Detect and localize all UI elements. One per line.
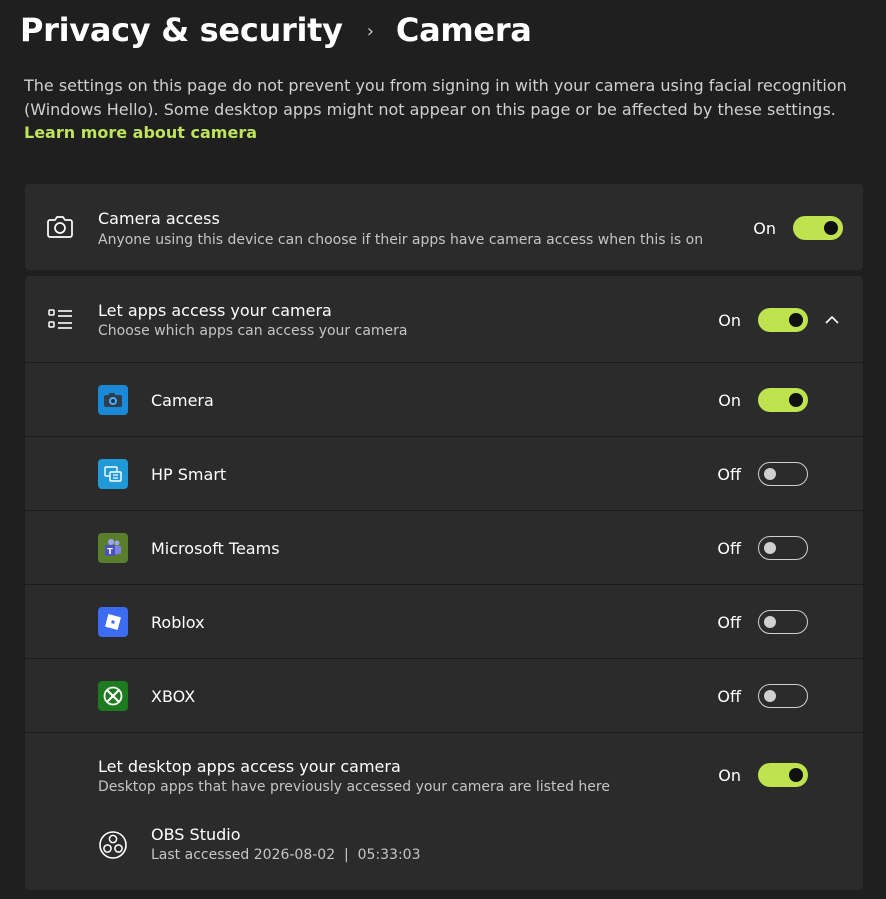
camera-app-toggle[interactable] [758, 388, 808, 412]
obs-icon [99, 831, 127, 859]
app-name: Microsoft Teams [151, 539, 280, 558]
app-state: Off [717, 539, 741, 558]
desktop-apps-title: Let desktop apps access your camera [98, 757, 401, 776]
let-apps-state: On [718, 311, 741, 330]
desktop-apps-section: Let desktop apps access your camera Desk… [25, 732, 863, 890]
app-state: Off [717, 465, 741, 484]
app-row-xbox: XBOX Off [25, 658, 863, 732]
app-row-teams: T Microsoft Teams Off [25, 510, 863, 584]
camera-access-toggle[interactable] [793, 216, 843, 240]
camera-access-title: Camera access [98, 209, 220, 228]
app-name: Camera [151, 391, 214, 410]
app-state: Off [717, 613, 741, 632]
camera-icon [47, 216, 73, 238]
camera-access-subtitle: Anyone using this device can choose if t… [98, 232, 704, 248]
app-name: XBOX [151, 687, 196, 706]
app-name: HP Smart [151, 465, 227, 484]
breadcrumb-parent[interactable]: Privacy & security [20, 11, 343, 49]
app-name: Roblox [151, 613, 205, 632]
roblox-icon [98, 607, 128, 637]
desktop-apps-subtitle: Desktop apps that have previously access… [98, 779, 610, 795]
svg-text:T: T [107, 547, 113, 556]
desktop-app-last-accessed: Last accessed 2026-08-02 | 05:33:03 [151, 847, 421, 863]
page-title: Camera [395, 11, 532, 49]
desktop-apps-toggle[interactable] [758, 763, 808, 787]
desktop-apps-state: On [718, 766, 741, 785]
hp-smart-icon [98, 459, 128, 489]
page-description: The settings on this page do not prevent… [24, 74, 874, 145]
teams-icon: T [98, 533, 128, 563]
app-row-camera: Camera On [25, 362, 863, 436]
hp-smart-toggle[interactable] [758, 462, 808, 486]
app-state: On [718, 391, 741, 410]
roblox-toggle[interactable] [758, 610, 808, 634]
apps-access-group: Let apps access your camera Choose which… [25, 276, 863, 890]
breadcrumb: Privacy & security › Camera [20, 8, 532, 52]
app-state: Off [717, 687, 741, 706]
app-row-roblox: Roblox Off [25, 584, 863, 658]
let-apps-row[interactable]: Let apps access your camera Choose which… [25, 276, 863, 362]
description-text: The settings on this page do not prevent… [24, 76, 847, 119]
let-apps-subtitle: Choose which apps can access your camera [98, 323, 408, 339]
list-icon [48, 309, 72, 329]
camera-access-card: Camera access Anyone using this device c… [25, 184, 863, 270]
camera-app-icon [98, 385, 128, 415]
learn-more-link[interactable]: Learn more about camera [24, 123, 257, 142]
teams-toggle[interactable] [758, 536, 808, 560]
breadcrumb-separator: › [366, 20, 374, 42]
camera-access-state: On [753, 219, 776, 238]
chevron-up-icon[interactable] [823, 311, 841, 329]
xbox-icon [98, 681, 128, 711]
desktop-app-name: OBS Studio [151, 825, 241, 844]
let-apps-toggle[interactable] [758, 308, 808, 332]
xbox-toggle[interactable] [758, 684, 808, 708]
let-apps-title: Let apps access your camera [98, 301, 332, 320]
app-row-hp-smart: HP Smart Off [25, 436, 863, 510]
